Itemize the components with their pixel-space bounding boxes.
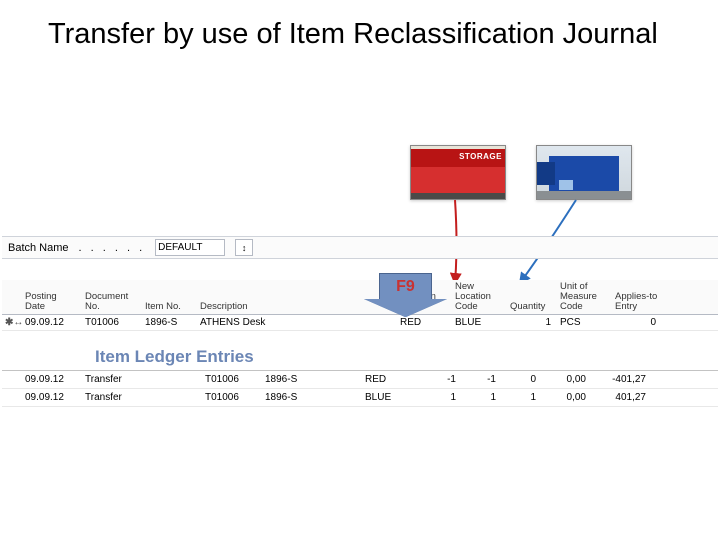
- ile-qty: 1: [422, 389, 462, 406]
- ile-location: RED: [362, 371, 422, 388]
- cell-posting-date[interactable]: 09.09.12: [22, 315, 82, 330]
- ile-location: BLUE: [362, 389, 422, 406]
- ile-item: T01006: [202, 389, 262, 406]
- cell-new-location-code[interactable]: BLUE: [452, 315, 507, 330]
- ile-item: T01006: [202, 371, 262, 388]
- journal-header-row: PostingDate DocumentNo. Item No. Descrip…: [2, 280, 718, 315]
- cell-document-no[interactable]: T01006: [82, 315, 142, 330]
- journal-grid: PostingDate DocumentNo. Item No. Descrip…: [2, 280, 718, 331]
- col-new-location-code[interactable]: NewLocationCode: [452, 280, 507, 314]
- row-handle-icon[interactable]: ✱↔: [2, 315, 22, 330]
- ile-entry-type: Transfer: [82, 371, 142, 388]
- col-quantity[interactable]: Quantity: [507, 280, 557, 314]
- ile-amount: 401,27: [592, 389, 652, 406]
- col-posting-date[interactable]: PostingDate: [22, 280, 82, 314]
- red-storage-sign-text: STORAGE: [411, 149, 505, 167]
- page-title: Transfer by use of Item Reclassification…: [0, 0, 720, 51]
- batch-name-row: Batch Name . . . . . . ↕: [2, 236, 718, 259]
- cell-description[interactable]: ATHENS Desk: [197, 315, 307, 330]
- f9-post-arrow: F9: [364, 273, 447, 324]
- col-item-no[interactable]: Item No.: [142, 280, 197, 314]
- ile-amount: -401,27: [592, 371, 652, 388]
- journal-line[interactable]: ✱↔ 09.09.12 T01006 1896-S ATHENS Desk RE…: [2, 315, 718, 331]
- ile-row-1[interactable]: 09.09.12 Transfer T01006 1896-S RED -1 -…: [2, 371, 718, 389]
- ile-qty: -1: [422, 371, 462, 388]
- red-storage-photo: STORAGE: [410, 145, 506, 200]
- cell-uom[interactable]: PCS: [557, 315, 612, 330]
- ile-date: 09.09.12: [22, 371, 82, 388]
- up-down-icon: ↕: [242, 243, 247, 253]
- ile-row-2[interactable]: 09.09.12 Transfer T01006 1896-S BLUE 1 1…: [2, 389, 718, 407]
- batch-name-label: Batch Name: [8, 242, 69, 254]
- ile-entry-type: Transfer: [82, 389, 142, 406]
- ile-date: 09.09.12: [22, 389, 82, 406]
- f9-label: F9: [364, 278, 447, 296]
- cell-item-no[interactable]: 1896-S: [142, 315, 197, 330]
- location-photos: STORAGE: [410, 145, 632, 200]
- col-description[interactable]: Description: [197, 280, 307, 314]
- batch-name-dots: . . . . . .: [79, 242, 146, 254]
- item-ledger-entries-title: Item Ledger Entries: [95, 347, 254, 367]
- batch-name-lookup-button[interactable]: ↕: [235, 239, 253, 256]
- col-applies-to[interactable]: Applies-toEntry: [612, 280, 662, 314]
- batch-name-input[interactable]: [155, 239, 225, 256]
- cell-applies-to[interactable]: 0: [612, 315, 662, 330]
- cell-quantity[interactable]: 1: [507, 315, 557, 330]
- col-document-no[interactable]: DocumentNo.: [82, 280, 142, 314]
- item-ledger-entries-grid: 09.09.12 Transfer T01006 1896-S RED -1 -…: [2, 370, 718, 407]
- col-blank1: [307, 280, 352, 314]
- col-uom[interactable]: Unit ofMeasureCode: [557, 280, 612, 314]
- blue-warehouse-photo: [536, 145, 632, 200]
